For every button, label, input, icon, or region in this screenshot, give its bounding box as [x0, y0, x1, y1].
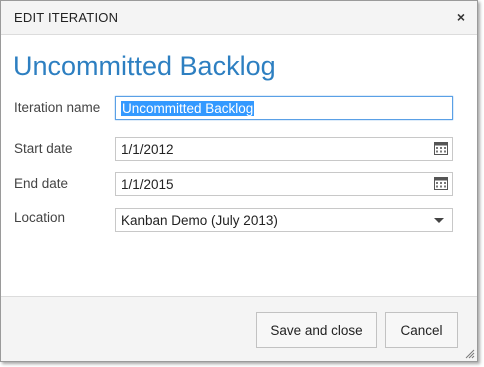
dialog-titlebar: EDIT ITERATION ×	[1, 1, 477, 35]
location-label: Location	[14, 210, 66, 225]
edit-iteration-dialog: EDIT ITERATION × Uncommitted Backlog Ite…	[0, 0, 478, 362]
page-title: Uncommitted Backlog	[13, 51, 276, 81]
calendar-icon[interactable]	[434, 176, 448, 190]
start-date-value: 1/1/2012	[121, 142, 174, 157]
iteration-name-label: Iteration name	[14, 100, 101, 115]
dialog-footer: Save and close Cancel	[1, 296, 477, 361]
location-select[interactable]: Kanban Demo (July 2013)	[115, 208, 453, 232]
calendar-icon[interactable]	[434, 141, 448, 155]
dialog-title: EDIT ITERATION	[14, 10, 119, 25]
resize-grip-icon[interactable]	[463, 347, 475, 359]
end-date-input[interactable]: 1/1/2015	[115, 172, 453, 196]
end-date-label: End date	[14, 176, 69, 191]
iteration-name-input[interactable]: Uncommitted Backlog	[115, 96, 453, 120]
cancel-button[interactable]: Cancel	[385, 312, 458, 348]
chevron-down-icon[interactable]	[434, 218, 444, 223]
start-date-input[interactable]: 1/1/2012	[115, 137, 453, 161]
location-value: Kanban Demo (July 2013)	[121, 213, 278, 228]
close-icon[interactable]: ×	[457, 9, 465, 25]
iteration-name-value: Uncommitted Backlog	[121, 101, 255, 116]
start-date-label: Start date	[14, 141, 73, 156]
end-date-value: 1/1/2015	[121, 177, 174, 192]
save-and-close-button[interactable]: Save and close	[256, 312, 377, 348]
